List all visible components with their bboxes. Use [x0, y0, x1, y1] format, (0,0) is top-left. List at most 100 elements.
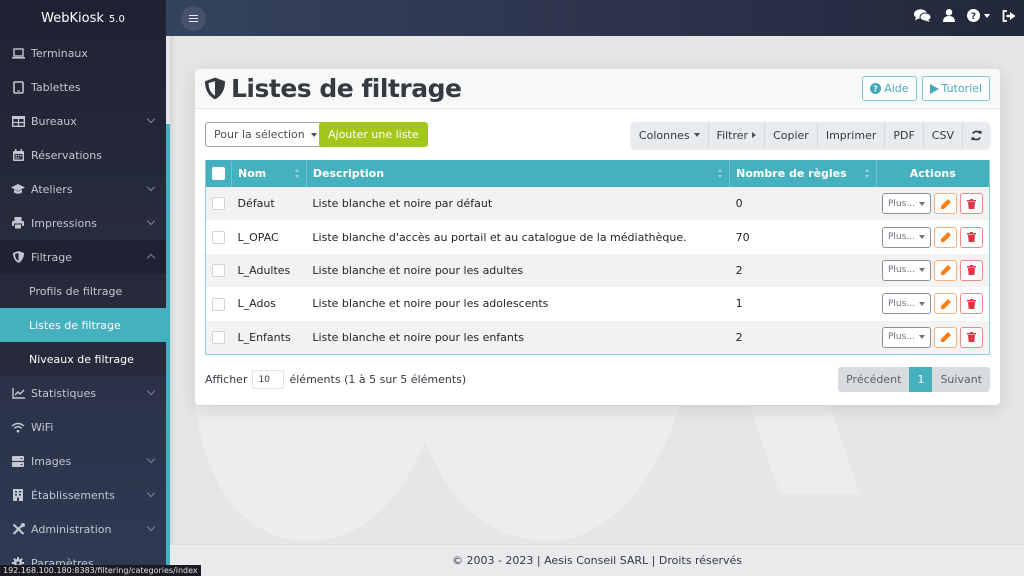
chevron-down-icon — [146, 488, 156, 498]
filter-button[interactable]: Filtrer — [709, 122, 766, 148]
help-button[interactable]: ? Aide — [862, 76, 917, 101]
sidebar-item-images[interactable]: Images — [0, 444, 166, 478]
chevron-up-icon — [146, 253, 156, 263]
more-actions-dropdown[interactable]: Plus... — [882, 293, 931, 315]
sidebar-item-filtrage[interactable]: Filtrage — [0, 240, 166, 274]
edit-button[interactable] — [934, 326, 957, 348]
filtrage-submenu: Profils de filtrage Listes de filtrage N… — [0, 274, 166, 376]
pagination-page-1[interactable]: 1 — [909, 367, 933, 392]
select-all-checkbox[interactable] — [212, 167, 225, 181]
pagination-previous[interactable]: Précédent — [838, 367, 910, 392]
edit-button[interactable] — [934, 193, 957, 215]
tutorial-button[interactable]: Tutoriel — [921, 76, 990, 101]
sidebar-item-impressions[interactable]: Impressions — [0, 206, 166, 240]
add-list-button[interactable]: Ajouter une liste — [319, 122, 428, 147]
calendar-icon — [11, 148, 25, 162]
more-actions-dropdown[interactable]: Plus... — [882, 226, 931, 248]
column-header-nombre-de-regles[interactable]: Nombre de règles — [729, 160, 877, 187]
app-name: WebKiosk — [41, 10, 104, 26]
sidebar-item-tablettes[interactable]: Tablettes — [0, 70, 166, 104]
chevron-down-icon — [146, 182, 156, 192]
table-row: L_Ados Liste blanche et noire pour les a… — [206, 287, 989, 321]
sidebar-item-ateliers[interactable]: Ateliers — [0, 172, 166, 206]
copy-button[interactable]: Copier — [765, 122, 818, 148]
user-icon[interactable] — [943, 9, 955, 22]
pencil-icon — [940, 332, 951, 343]
table-row: L_OPAC Liste blanche d'accès au portail … — [206, 220, 989, 254]
more-actions-dropdown[interactable]: Plus... — [882, 193, 931, 215]
laptop-icon — [11, 46, 25, 60]
help-dropdown[interactable]: ? — [967, 9, 990, 22]
edit-button[interactable] — [934, 259, 957, 281]
delete-button[interactable] — [960, 326, 983, 348]
column-header-description[interactable]: Description — [306, 160, 731, 187]
cell-description: Liste blanche et noire pour les adultes — [312, 263, 524, 277]
comments-icon[interactable] — [914, 9, 931, 22]
refresh-button[interactable] — [963, 122, 990, 148]
sidebar-item-profils-de-filtrage[interactable]: Profils de filtrage — [0, 274, 166, 308]
sidebar-item-administration[interactable]: Administration — [0, 512, 166, 546]
edit-button[interactable] — [934, 226, 957, 248]
wifi-icon — [11, 420, 25, 434]
shield-icon — [11, 250, 25, 264]
question-circle-icon: ? — [870, 83, 882, 94]
filter-lists-table: Nom Description Nombre de règles Actions… — [206, 160, 989, 354]
graduation-cap-icon — [11, 182, 25, 196]
row-checkbox[interactable] — [212, 197, 225, 211]
trash-icon — [967, 232, 976, 243]
delete-button[interactable] — [960, 193, 983, 215]
sidebar-item-bureaux[interactable]: Bureaux — [0, 104, 166, 138]
chevron-down-icon — [146, 386, 156, 396]
app-version: 5.0 — [108, 13, 125, 25]
print-button[interactable]: Imprimer — [818, 122, 886, 148]
trash-icon — [967, 298, 976, 309]
export-button-group: Colonnes Filtrer Copier Imprimer PDF CSV — [630, 122, 990, 148]
sidebar-item-wifi[interactable]: WiFi — [0, 410, 166, 444]
cell-description: Liste blanche et noire par défaut — [312, 197, 493, 211]
sidebar-item-statistiques[interactable]: Statistiques — [0, 376, 166, 410]
logout-icon[interactable] — [1002, 9, 1016, 22]
pdf-button[interactable]: PDF — [885, 122, 924, 148]
columns-button[interactable]: Colonnes — [631, 122, 709, 148]
server-icon — [11, 454, 25, 468]
page-length-input[interactable]: 10 — [252, 370, 285, 389]
brand-logo[interactable]: WebKiosk 5.0 — [0, 0, 166, 36]
sort-icon — [718, 169, 723, 178]
sidebar-item-terminaux[interactable]: Terminaux — [0, 36, 166, 70]
main-content: Listes de filtrage ? Aide Tutoriel Pour … — [170, 36, 1024, 544]
column-header-nom[interactable]: Nom — [231, 160, 307, 187]
row-checkbox[interactable] — [212, 331, 225, 344]
select-all-header — [206, 160, 232, 187]
more-actions-dropdown[interactable]: Plus... — [882, 326, 931, 348]
pencil-icon — [940, 265, 951, 276]
table-info: éléments (1 à 5 sur 5 éléments) — [289, 373, 467, 386]
sidebar-item-listes-de-filtrage[interactable]: Listes de filtrage — [0, 308, 166, 342]
delete-button[interactable] — [960, 226, 983, 248]
row-checkbox[interactable] — [212, 297, 225, 311]
caret-down-icon — [919, 268, 925, 273]
cell-description: Liste blanche d'accès au portail et au c… — [312, 230, 687, 244]
row-checkbox[interactable] — [212, 230, 225, 244]
delete-button[interactable] — [960, 293, 983, 315]
row-checkbox[interactable] — [212, 264, 225, 278]
edit-button[interactable] — [934, 293, 957, 315]
topbar-actions: ? — [914, 9, 1016, 22]
more-actions-dropdown[interactable]: Plus... — [882, 259, 931, 281]
table-icon — [11, 114, 25, 128]
sidebar-item-reservations[interactable]: Réservations — [0, 138, 166, 172]
table-header-row: Nom Description Nombre de règles Actions — [206, 160, 989, 187]
menu-toggle-button[interactable] — [181, 6, 206, 31]
tablet-icon — [11, 80, 25, 94]
card-header: Listes de filtrage ? Aide Tutoriel — [195, 69, 1000, 109]
caret-down-icon — [984, 13, 990, 18]
help-icon: ? — [967, 9, 980, 22]
delete-button[interactable] — [960, 259, 983, 281]
shield-icon — [205, 77, 225, 100]
sidebar-item-etablissements[interactable]: Établissements — [0, 478, 166, 512]
pagination-next[interactable]: Suivant — [932, 367, 990, 392]
hamburger-icon — [189, 15, 198, 22]
cell-rules-count: 0 — [735, 197, 743, 211]
sidebar-item-niveaux-de-filtrage[interactable]: Niveaux de filtrage — [0, 342, 166, 376]
csv-button[interactable]: CSV — [924, 122, 963, 148]
bulk-selection-dropdown[interactable]: Pour la sélection — [205, 122, 326, 147]
